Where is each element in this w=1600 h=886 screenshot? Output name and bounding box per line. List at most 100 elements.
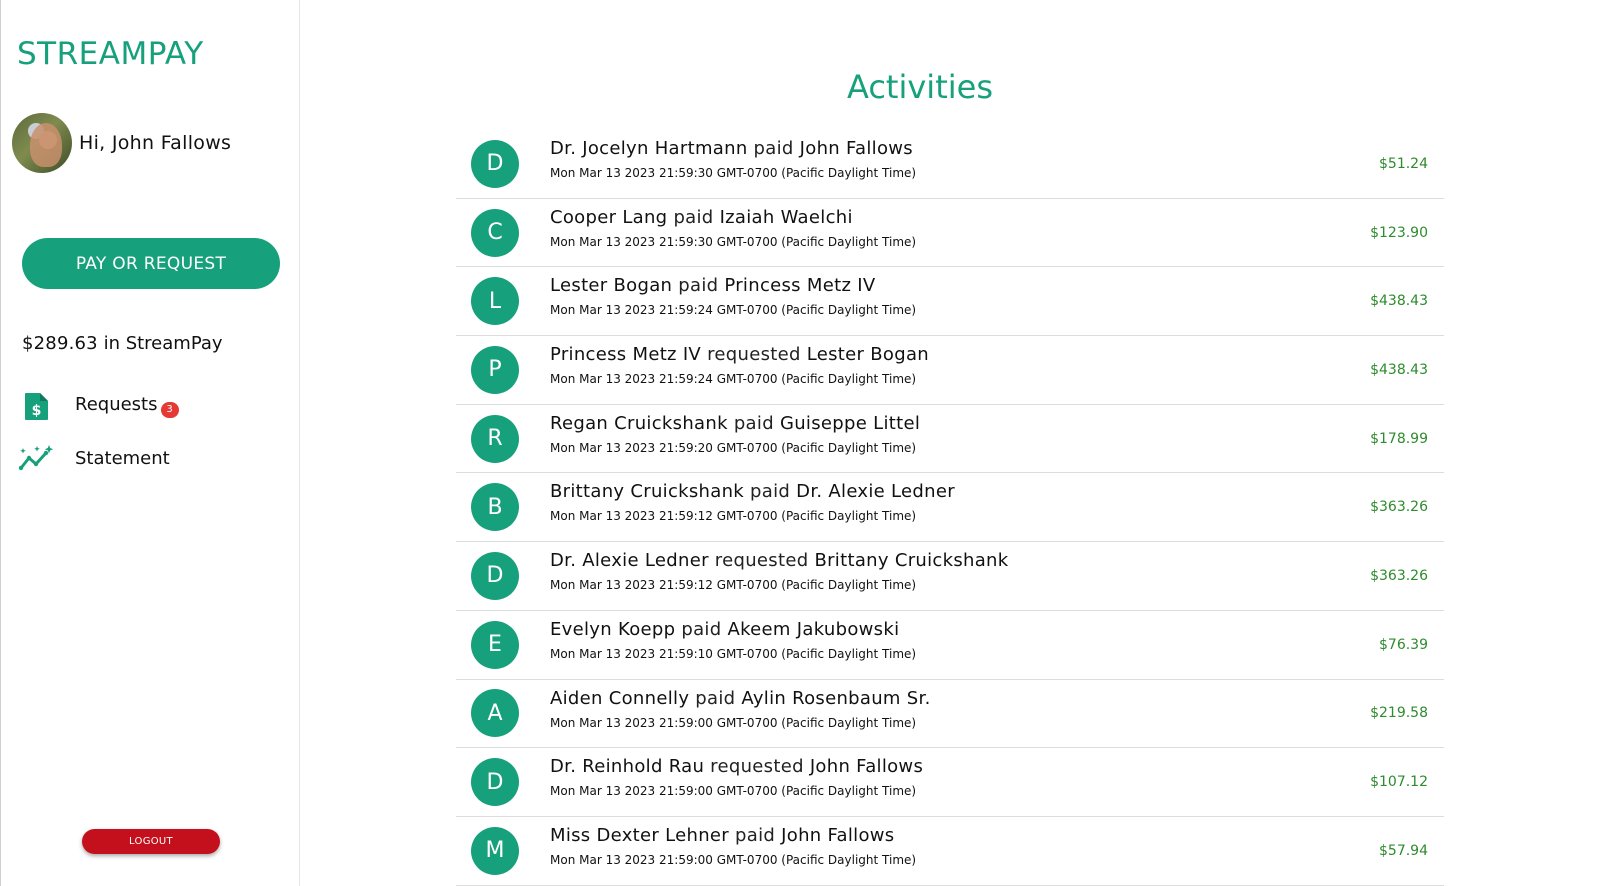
- activity-verb: paid: [727, 412, 780, 434]
- dollar-document-icon: $: [19, 390, 55, 422]
- logout-button[interactable]: LOGOUT: [82, 829, 220, 854]
- activity-description: Regan Cruickshank paid Guiseppe Littel: [550, 413, 920, 434]
- activity-avatar-initial: P: [471, 345, 519, 394]
- activity-to: Dr. Alexie Ledner: [796, 481, 955, 503]
- activity-row[interactable]: M Miss Dexter Lehner paid John Fallows Mon…: [456, 817, 1444, 886]
- activity-to: Brittany Cruickshank: [814, 550, 1009, 572]
- activity-row[interactable]: E Evelyn Koepp paid Akeem Jakubowski Mon M…: [456, 611, 1444, 680]
- avatar[interactable]: [12, 113, 72, 173]
- activity-timestamp: Mon Mar 13 2023 21:59:12 GMT-0700 (Pacif…: [550, 578, 917, 593]
- activity-amount: $363.26: [1370, 499, 1428, 516]
- activity-verb: paid: [689, 687, 742, 709]
- activity-list: D Dr. Jocelyn Hartmann paid John Fallows M…: [456, 130, 1444, 886]
- sidebar-item-label: Statement: [75, 447, 170, 469]
- activity-amount: $438.43: [1370, 293, 1428, 310]
- activity-to: Guiseppe Littel: [779, 412, 921, 434]
- balance-display: $289.63 in StreamPay: [22, 333, 223, 354]
- activity-verb: paid: [729, 824, 782, 846]
- activity-from: Brittany Cruickshank: [550, 481, 745, 503]
- svg-text:$: $: [32, 403, 42, 419]
- activity-to: Lester Bogan: [806, 344, 929, 366]
- activity-timestamp: Mon Mar 13 2023 21:59:00 GMT-0700 (Pacif…: [550, 715, 917, 730]
- activity-from: Regan Cruickshank: [550, 412, 728, 434]
- activity-from: Miss Dexter Lehner: [550, 824, 730, 846]
- activity-avatar-initial: D: [471, 758, 519, 807]
- activity-amount: $363.26: [1370, 567, 1428, 584]
- balance-suffix: in StreamPay: [97, 333, 223, 354]
- activity-row[interactable]: P Princess Metz IV requested Lester Bogan…: [456, 336, 1444, 405]
- activity-avatar-initial: D: [471, 139, 519, 188]
- sparkle-trend-icon: [19, 442, 55, 474]
- activity-description: Aiden Connelly paid Aylin Rosenbaum Sr.: [550, 688, 931, 709]
- activity-to: John Fallows: [809, 756, 924, 778]
- activity-row[interactable]: R Regan Cruickshank paid Guiseppe Littel M…: [456, 405, 1444, 474]
- activity-text: Regan Cruickshank paid Guiseppe Littel Mo…: [550, 413, 920, 455]
- activity-description: Miss Dexter Lehner paid John Fallows: [550, 825, 916, 846]
- activity-description: Dr. Reinhold Rau requested John Fallows: [550, 756, 923, 777]
- activity-timestamp: Mon Mar 13 2023 21:59:24 GMT-0700 (Pacif…: [550, 372, 917, 387]
- sidebar-item-requests[interactable]: $ Requests 3: [19, 390, 179, 422]
- activity-amount: $123.90: [1370, 224, 1428, 241]
- activity-to: Princess Metz IV: [724, 275, 876, 297]
- activity-row[interactable]: B Brittany Cruickshank paid Dr. Alexie Le…: [456, 473, 1444, 543]
- activity-row[interactable]: D Dr. Alexie Ledner requested Brittany Cr…: [456, 542, 1444, 611]
- pay-or-request-button[interactable]: PAY OR REQUEST: [22, 238, 280, 289]
- main-content: Activities D Dr. Jocelyn Hartmann paid Jo…: [300, 0, 1600, 886]
- activity-row[interactable]: D Dr. Reinhold Rau requested John Fallows…: [456, 748, 1444, 817]
- activity-amount: $107.12: [1370, 774, 1428, 791]
- activity-from: Princess Metz IV: [550, 344, 702, 366]
- activity-from: Aiden Connelly: [550, 687, 690, 709]
- activity-amount: $51.24: [1379, 155, 1428, 172]
- activity-text: Dr. Jocelyn Hartmann paid John Fallows Mo…: [550, 138, 916, 180]
- activity-text: Dr. Reinhold Rau requested John Fallows M…: [550, 756, 923, 798]
- activity-verb: paid: [672, 275, 725, 297]
- activity-verb: paid: [744, 481, 797, 503]
- activity-timestamp: Mon Mar 13 2023 21:59:00 GMT-0700 (Pacif…: [550, 784, 917, 799]
- activity-description: Cooper Lang paid Izaiah Waelchi: [550, 207, 916, 228]
- activity-to: Izaiah Waelchi: [719, 206, 853, 228]
- requests-count-badge: 3: [160, 402, 179, 418]
- brand-logo[interactable]: STREAMPAY: [17, 36, 204, 72]
- activity-timestamp: Mon Mar 13 2023 21:59:30 GMT-0700 (Pacif…: [550, 234, 917, 249]
- activity-timestamp: Mon Mar 13 2023 21:59:24 GMT-0700 (Pacif…: [550, 303, 917, 318]
- requests-label: Requests: [75, 394, 158, 415]
- activity-timestamp: Mon Mar 13 2023 21:59:00 GMT-0700 (Pacif…: [550, 852, 917, 867]
- sidebar-item-label: Requests 3: [75, 394, 179, 418]
- activity-text: Aiden Connelly paid Aylin Rosenbaum Sr. M…: [550, 688, 931, 730]
- activity-avatar-initial: B: [471, 483, 519, 532]
- activity-text: Cooper Lang paid Izaiah Waelchi Mon Mar 1…: [550, 207, 916, 249]
- activity-text: Brittany Cruickshank paid Dr. Alexie Led…: [550, 481, 955, 523]
- activity-to: Aylin Rosenbaum Sr.: [741, 687, 931, 709]
- activity-row[interactable]: D Dr. Jocelyn Hartmann paid John Fallows M…: [456, 130, 1444, 199]
- activity-row[interactable]: A Aiden Connelly paid Aylin Rosenbaum Sr.…: [456, 680, 1444, 749]
- greeting-text: Hi, John Fallows: [79, 132, 232, 154]
- activity-row[interactable]: C Cooper Lang paid Izaiah Waelchi Mon Mar …: [456, 199, 1444, 268]
- page-title: Activities: [847, 68, 993, 106]
- activity-avatar-initial: M: [471, 826, 519, 875]
- activity-text: Miss Dexter Lehner paid John Fallows Mon …: [550, 825, 916, 867]
- activity-amount: $76.39: [1379, 636, 1428, 653]
- activity-verb: paid: [747, 138, 800, 159]
- activity-avatar-initial: C: [471, 208, 519, 257]
- activity-to: John Fallows: [781, 824, 895, 846]
- activity-verb: requested: [704, 756, 810, 778]
- activity-row[interactable]: L Lester Bogan paid Princess Metz IV Mon M…: [456, 267, 1444, 337]
- activity-amount: $219.58: [1370, 705, 1428, 722]
- activity-from: Dr. Alexie Ledner: [550, 550, 709, 572]
- activity-amount: $438.43: [1370, 361, 1428, 378]
- activity-avatar-initial: E: [471, 620, 519, 669]
- activity-from: Evelyn Koepp: [550, 618, 676, 640]
- activity-timestamp: Mon Mar 13 2023 21:59:30 GMT-0700 (Pacif…: [550, 166, 917, 180]
- activity-description: Princess Metz IV requested Lester Bogan: [550, 344, 929, 365]
- activity-description: Brittany Cruickshank paid Dr. Alexie Led…: [550, 481, 955, 502]
- activity-verb: paid: [675, 618, 728, 640]
- sidebar-item-statement[interactable]: Statement: [19, 442, 170, 474]
- activity-avatar-initial: R: [471, 414, 519, 463]
- activity-from: Cooper Lang: [550, 206, 668, 228]
- activity-description: Dr. Jocelyn Hartmann paid John Fallows: [550, 138, 916, 159]
- activity-verb: requested: [701, 344, 807, 366]
- activity-avatar-initial: A: [471, 689, 519, 738]
- activity-from: Dr. Reinhold Rau: [550, 756, 705, 778]
- activity-timestamp: Mon Mar 13 2023 21:59:10 GMT-0700 (Pacif…: [550, 646, 917, 661]
- activity-description: Evelyn Koepp paid Akeem Jakubowski: [550, 619, 916, 640]
